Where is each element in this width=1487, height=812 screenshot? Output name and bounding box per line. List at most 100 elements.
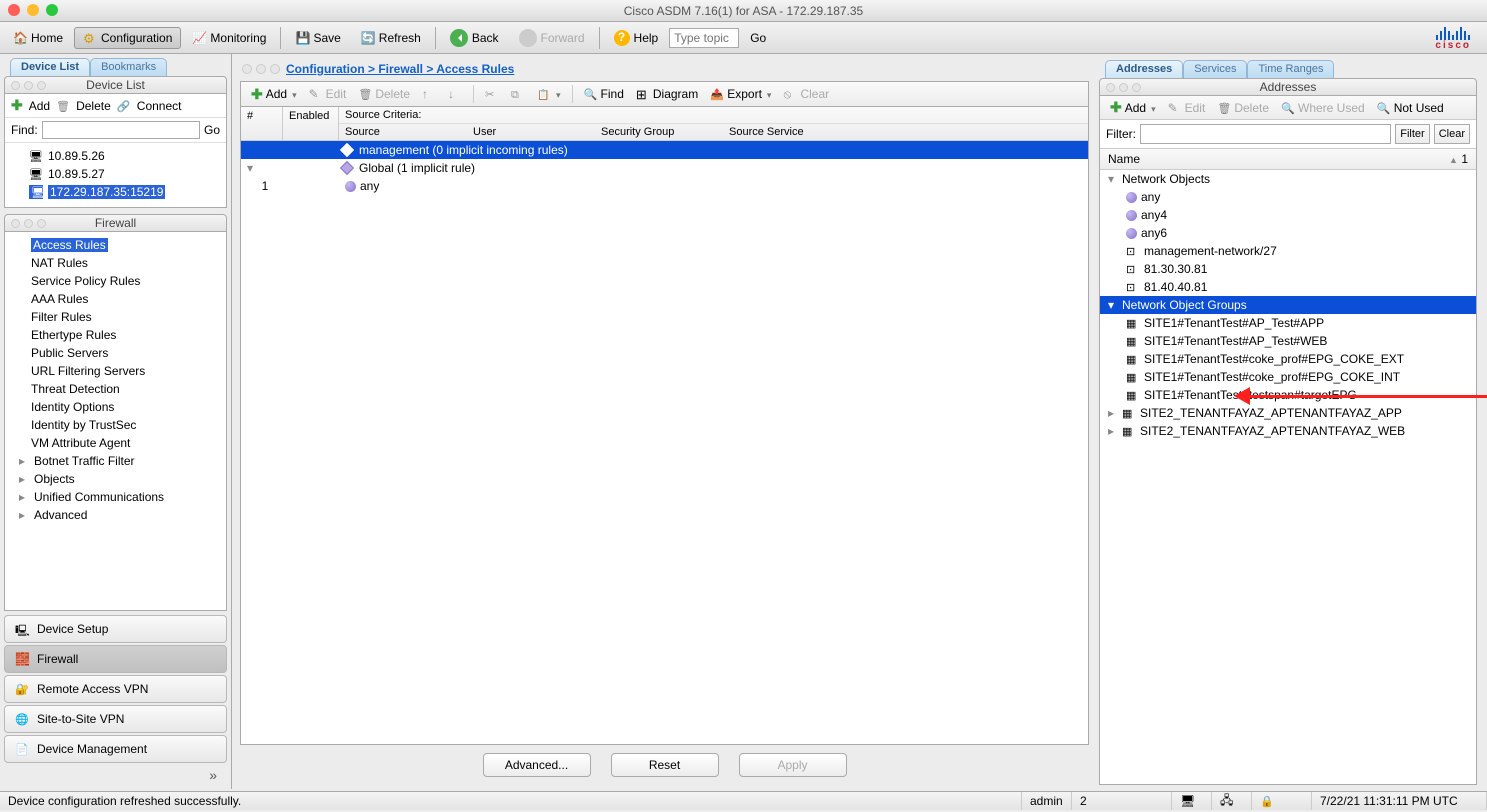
tree-identity-trustsec[interactable]: Identity by TrustSec bbox=[7, 416, 224, 434]
firewall-icon bbox=[15, 652, 29, 666]
addr-item[interactable]: SITE1#TenantTest#coke_prof#EPG_COKE_EXT bbox=[1100, 350, 1476, 368]
filter-button[interactable]: Filter bbox=[1395, 124, 1429, 144]
back-label: Back bbox=[472, 31, 499, 45]
addr-item[interactable]: 81.40.40.81 bbox=[1100, 278, 1476, 296]
addr-item[interactable]: SITE1#TenantTest#coke_prof#EPG_COKE_INT bbox=[1100, 368, 1476, 386]
addr-item[interactable]: ▸SITE2_TENANTFAYAZ_APTENANTFAYAZ_WEB bbox=[1100, 422, 1476, 440]
nav-label: Remote Access VPN bbox=[37, 682, 148, 696]
help-button[interactable]: ?Help bbox=[605, 26, 668, 50]
tree-unified-comm[interactable]: ▸Unified Communications bbox=[7, 488, 224, 506]
save-button[interactable]: Save bbox=[286, 27, 349, 49]
home-label: Home bbox=[31, 31, 63, 45]
tree-access-rules[interactable]: Access Rules bbox=[7, 236, 224, 254]
go-button[interactable]: Go bbox=[741, 27, 775, 49]
help-label: Help bbox=[634, 31, 659, 45]
rules-clear-button: Clear bbox=[779, 85, 833, 103]
dl-delete-button[interactable]: Delete bbox=[76, 99, 111, 113]
tree-public-servers[interactable]: Public Servers bbox=[7, 344, 224, 362]
col-user[interactable]: User bbox=[467, 124, 595, 140]
addr-item[interactable]: ▸SITE2_TENANTFAYAZ_APTENANTFAYAZ_APP bbox=[1100, 404, 1476, 422]
configuration-button[interactable]: Configuration bbox=[74, 27, 181, 49]
tree-identity-options[interactable]: Identity Options bbox=[7, 398, 224, 416]
col-source[interactable]: Source bbox=[339, 124, 467, 140]
refresh-button[interactable]: Refresh bbox=[352, 27, 430, 49]
nav-expander[interactable]: » bbox=[4, 765, 227, 785]
nav-remote-vpn[interactable]: Remote Access VPN bbox=[4, 675, 227, 703]
rules-add-button[interactable]: ✚Add bbox=[247, 84, 301, 105]
addr-add-button[interactable]: ✚Add bbox=[1106, 97, 1160, 118]
tree-botnet[interactable]: ▸Botnet Traffic Filter bbox=[7, 452, 224, 470]
tab-time-ranges[interactable]: Time Ranges bbox=[1247, 60, 1334, 78]
nav-device-setup[interactable]: Device Setup bbox=[4, 615, 227, 643]
addresses-title: Addresses bbox=[1260, 80, 1317, 94]
main-toolbar: Home Configuration Monitoring Save Refre… bbox=[0, 22, 1487, 54]
dl-add-button[interactable]: Add bbox=[29, 99, 50, 113]
tree-threat-detection[interactable]: Threat Detection bbox=[7, 380, 224, 398]
addr-notused-button[interactable]: Not Used bbox=[1373, 99, 1448, 117]
nav-firewall[interactable]: Firewall bbox=[4, 645, 227, 673]
tree-service-policy[interactable]: Service Policy Rules bbox=[7, 272, 224, 290]
window-title: Cisco ASDM 7.16(1) for ASA - 172.29.187.… bbox=[624, 4, 863, 18]
rule-group-management[interactable]: management (0 implicit incoming rules) bbox=[241, 141, 1088, 159]
addr-item[interactable]: any6 bbox=[1100, 224, 1476, 242]
col-security-group[interactable]: Security Group bbox=[595, 124, 723, 140]
tree-ethertype-rules[interactable]: Ethertype Rules bbox=[7, 326, 224, 344]
addr-group-network-objects[interactable]: ▾Network Objects bbox=[1100, 170, 1476, 188]
trash-icon bbox=[56, 99, 70, 113]
find-label: Find: bbox=[11, 123, 38, 137]
reset-button[interactable]: Reset bbox=[611, 753, 719, 777]
rules-export-button[interactable]: Export bbox=[706, 85, 775, 103]
addr-item[interactable]: management-network/27 bbox=[1100, 242, 1476, 260]
device-item[interactable]: 172.29.187.35:15219 bbox=[5, 183, 226, 201]
rules-diagram-button[interactable]: Diagram bbox=[632, 85, 702, 103]
filter-clear-button[interactable]: Clear bbox=[1434, 124, 1470, 144]
addr-item[interactable]: SITE1#TenantTest#AP_Test#APP bbox=[1100, 314, 1476, 332]
tree-objects[interactable]: ▸Objects bbox=[7, 470, 224, 488]
filter-input[interactable] bbox=[1140, 124, 1391, 144]
status-lock bbox=[1252, 792, 1312, 810]
tree-vm-attribute[interactable]: VM Attribute Agent bbox=[7, 434, 224, 452]
tab-device-list[interactable]: Device List bbox=[10, 58, 90, 76]
find-go-button[interactable]: Go bbox=[204, 123, 220, 137]
addr-item[interactable]: 81.30.30.81 bbox=[1100, 260, 1476, 278]
rule-row[interactable]: 1 any bbox=[241, 177, 1088, 195]
tree-url-filtering[interactable]: URL Filtering Servers bbox=[7, 362, 224, 380]
tree-nat-rules[interactable]: NAT Rules bbox=[7, 254, 224, 272]
tab-addresses[interactable]: Addresses bbox=[1105, 60, 1183, 78]
dl-connect-button[interactable]: Connect bbox=[137, 99, 182, 113]
rules-moveup-button bbox=[418, 85, 440, 103]
name-column-header[interactable]: Name bbox=[1108, 152, 1140, 166]
help-topic-input[interactable] bbox=[669, 28, 739, 48]
col-source-service[interactable]: Source Service bbox=[723, 124, 1088, 140]
status-icon-2: 🖧 bbox=[1212, 792, 1252, 810]
tree-aaa-rules[interactable]: AAA Rules bbox=[7, 290, 224, 308]
addr-group-network-object-groups[interactable]: ▾Network Object Groups bbox=[1100, 296, 1476, 314]
status-bar: Device configuration refreshed successfu… bbox=[0, 791, 1487, 810]
nav-s2s-vpn[interactable]: Site-to-Site VPN bbox=[4, 705, 227, 733]
back-button[interactable]: Back bbox=[441, 25, 508, 51]
rule-group-global[interactable]: ▾ Global (1 implicit rule) bbox=[241, 159, 1088, 177]
addr-item[interactable]: any4 bbox=[1100, 206, 1476, 224]
home-button[interactable]: Home bbox=[4, 27, 72, 49]
col-num[interactable]: # bbox=[241, 107, 283, 140]
tab-bookmarks[interactable]: Bookmarks bbox=[90, 58, 167, 76]
addr-item[interactable]: SITE1#TenantTest#AP_Test#WEB bbox=[1100, 332, 1476, 350]
rules-find-button[interactable]: Find bbox=[580, 85, 628, 103]
device-item[interactable]: 10.89.5.27 bbox=[5, 165, 226, 183]
zoom-window-icon[interactable] bbox=[46, 4, 58, 16]
tree-advanced[interactable]: ▸Advanced bbox=[7, 506, 224, 524]
close-window-icon[interactable] bbox=[8, 4, 20, 16]
monitoring-button[interactable]: Monitoring bbox=[183, 27, 275, 49]
addr-item[interactable]: any bbox=[1100, 188, 1476, 206]
col-enabled[interactable]: Enabled bbox=[283, 107, 339, 140]
advanced-button[interactable]: Advanced... bbox=[483, 753, 591, 777]
nav-device-mgmt[interactable]: Device Management bbox=[4, 735, 227, 763]
pc-icon bbox=[29, 167, 43, 181]
minimize-window-icon[interactable] bbox=[27, 4, 39, 16]
tab-services[interactable]: Services bbox=[1183, 60, 1247, 78]
device-item[interactable]: 10.89.5.26 bbox=[5, 147, 226, 165]
breadcrumb[interactable]: Configuration > Firewall > Access Rules bbox=[286, 62, 514, 76]
back-icon bbox=[450, 29, 468, 47]
tree-filter-rules[interactable]: Filter Rules bbox=[7, 308, 224, 326]
find-input[interactable] bbox=[42, 121, 200, 139]
